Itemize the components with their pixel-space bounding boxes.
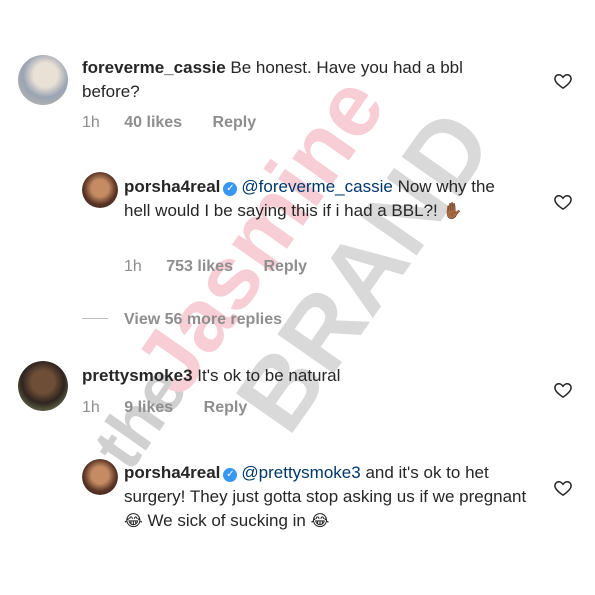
comment-body: It's ok to be natural: [197, 366, 341, 385]
avatar[interactable]: [18, 55, 68, 105]
avatar[interactable]: [82, 172, 118, 208]
mention-link[interactable]: @prettysmoke3: [241, 463, 360, 482]
verified-badge-icon: ✓: [223, 468, 238, 482]
avatar[interactable]: [82, 459, 118, 495]
watermark-jasmine: Jasmine: [116, 59, 405, 411]
laugh-emoji: 😂: [124, 513, 143, 530]
divider: [82, 318, 108, 319]
heart-icon[interactable]: [553, 478, 573, 498]
likes-count[interactable]: 9 likes: [124, 399, 173, 416]
comment-username[interactable]: porsha4real: [124, 177, 220, 196]
likes-count[interactable]: 753 likes: [166, 258, 233, 275]
comment-body-continued: We sick of sucking in: [147, 511, 306, 530]
view-more-label: View 56 more replies: [124, 311, 283, 328]
heart-icon[interactable]: [553, 71, 573, 91]
laugh-emoji: 😂: [310, 513, 330, 530]
reply-button[interactable]: Reply: [204, 399, 248, 416]
verified-badge-icon: ✓: [223, 182, 238, 196]
avatar[interactable]: [18, 361, 68, 411]
heart-icon[interactable]: [553, 192, 573, 212]
view-more-replies[interactable]: View 56 more replies: [82, 311, 282, 329]
heart-icon[interactable]: [553, 380, 573, 400]
comment-time: 1h: [82, 399, 100, 416]
comment-time: 1h: [82, 114, 100, 131]
comment-username[interactable]: foreverme_cassie: [82, 58, 226, 77]
likes-count[interactable]: 40 likes: [124, 114, 182, 131]
comment-username[interactable]: porsha4real: [124, 463, 220, 482]
reply-button[interactable]: Reply: [263, 258, 307, 275]
comment-time: 1h: [124, 258, 142, 275]
reply-button[interactable]: Reply: [213, 114, 257, 131]
comment-username[interactable]: prettysmoke3: [82, 366, 193, 385]
mention-link[interactable]: @foreverme_cassie: [241, 177, 392, 196]
hand-emoji: ✋🏾: [442, 203, 463, 220]
